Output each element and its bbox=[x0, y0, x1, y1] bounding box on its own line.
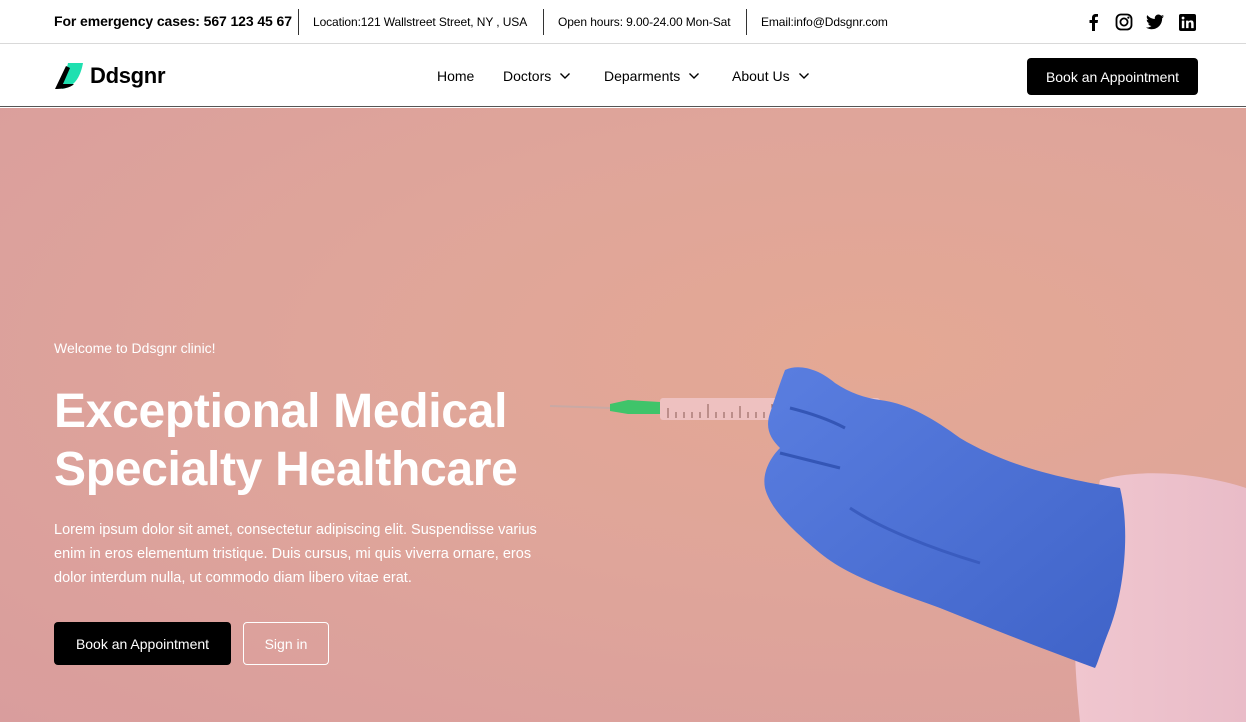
nav-departments-label: Deparments bbox=[604, 68, 681, 84]
logo-text: Ddsgnr bbox=[90, 63, 166, 88]
nav-about-us[interactable]: About Us bbox=[732, 68, 810, 84]
logo-icon bbox=[55, 63, 83, 89]
sign-in-button[interactable]: Sign in bbox=[243, 622, 329, 665]
nav-doctors-label: Doctors bbox=[503, 68, 552, 84]
nav-home-label: Home bbox=[437, 68, 475, 84]
hero-headline: Exceptional Medical Specialty Healthcare bbox=[54, 383, 614, 499]
chevron-down-icon bbox=[560, 73, 571, 79]
hero-description: Lorem ipsum dolor sit amet, consectetur … bbox=[54, 522, 537, 586]
chevron-down-icon bbox=[798, 73, 809, 79]
twitter-icon[interactable] bbox=[1145, 12, 1165, 32]
emergency-phone[interactable]: For emergency cases: 567 123 45 67 bbox=[54, 13, 292, 29]
location-text: Location:121 Wallstreet Street, NY , USA bbox=[313, 15, 528, 29]
chevron-down-icon bbox=[689, 73, 700, 79]
facebook-icon[interactable] bbox=[1083, 12, 1103, 32]
hero-section: Welcome to Ddsgnr clinic! Exceptional Me… bbox=[0, 108, 1246, 722]
welcome-text: Welcome to Ddsgnr clinic! bbox=[54, 340, 216, 356]
nav-departments[interactable]: Deparments bbox=[604, 68, 700, 84]
open-hours-text: Open hours: 9.00-24.00 Mon-Sat bbox=[558, 15, 731, 29]
book-appointment-button[interactable]: Book an Appointment bbox=[1027, 58, 1198, 95]
nav-doctors[interactable]: Doctors bbox=[503, 68, 571, 84]
divider bbox=[543, 9, 544, 35]
top-info-bar: For emergency cases: 567 123 45 67 Locat… bbox=[0, 0, 1246, 44]
divider bbox=[746, 9, 747, 35]
divider bbox=[298, 9, 299, 35]
logo[interactable]: Ddsgnr bbox=[54, 62, 166, 90]
hero-headline-line1: Exceptional Medical bbox=[54, 385, 508, 438]
nav-about-us-label: About Us bbox=[732, 68, 790, 84]
instagram-icon[interactable] bbox=[1114, 12, 1134, 32]
hero-book-appointment-button[interactable]: Book an Appointment bbox=[54, 622, 231, 665]
linkedin-icon[interactable] bbox=[1177, 12, 1197, 32]
nav-home[interactable]: Home bbox=[437, 68, 474, 84]
hero-headline-line2: Specialty Healthcare bbox=[54, 443, 518, 496]
main-navbar: Ddsgnr Home Doctors Deparments About Us … bbox=[0, 45, 1246, 107]
email-link[interactable]: Email:info@Ddsgnr.com bbox=[761, 15, 888, 29]
